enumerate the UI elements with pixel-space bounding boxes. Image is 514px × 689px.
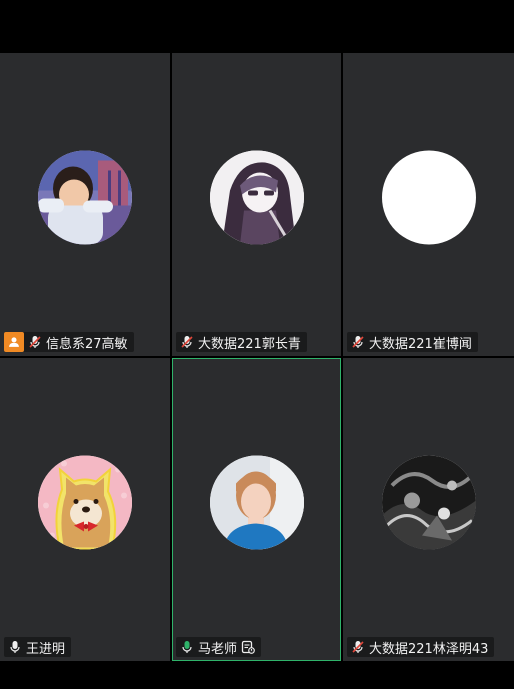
- mic-muted-icon: [352, 336, 364, 348]
- participant-name: 大数据221林泽明43: [369, 641, 489, 657]
- participant-grid: 信息系27高敏 大数据221郭长青 大数据221崔博闻 王进明 马老师 大数据2…: [0, 53, 514, 661]
- person-icon: [9, 337, 19, 347]
- top-black-bar: [0, 0, 514, 53]
- participant-name: 大数据221崔博闻: [369, 336, 472, 352]
- mic-muted-icon: [181, 336, 193, 348]
- host-badge: [4, 332, 24, 352]
- participant-name: 马老师: [198, 641, 238, 657]
- participant-tile-6[interactable]: 大数据221林泽明43: [343, 358, 514, 661]
- mic-icon: [10, 641, 20, 653]
- teacher-photo-avatar: [209, 454, 304, 549]
- participant-name: 大数据221郭长青: [198, 336, 301, 352]
- child-photo-avatar: [38, 149, 132, 244]
- participant-label: 大数据221林泽明43: [347, 637, 495, 657]
- participant-tile-4[interactable]: 王进明: [0, 358, 170, 661]
- participant-tile-3[interactable]: 大数据221崔博闻: [343, 53, 514, 356]
- mic-speaking-icon: [182, 641, 192, 653]
- blank-white-avatar: [381, 149, 476, 244]
- shiba-dog-avatar: [38, 454, 132, 549]
- participant-label: 大数据221郭长青: [176, 332, 307, 352]
- mic-muted-icon: [352, 641, 364, 653]
- monochrome-abstract-avatar: [381, 454, 476, 549]
- mic-muted-icon: [29, 336, 41, 348]
- participant-label: 信息系27高敏: [4, 332, 134, 352]
- screen-share-icon: [241, 640, 255, 654]
- participant-tile-5[interactable]: 马老师: [172, 358, 341, 661]
- participant-label: 大数据221崔博闻: [347, 332, 478, 352]
- participant-tile-1[interactable]: 信息系27高敏: [0, 53, 170, 356]
- participant-tile-2[interactable]: 大数据221郭长青: [172, 53, 341, 356]
- participant-label: 马老师: [176, 637, 262, 657]
- participant-name: 王进明: [26, 641, 66, 657]
- anime-hoodie-avatar: [209, 149, 304, 244]
- bottom-black-bar: [0, 661, 514, 689]
- participant-label: 王进明: [4, 637, 72, 657]
- participant-name: 信息系27高敏: [46, 336, 128, 352]
